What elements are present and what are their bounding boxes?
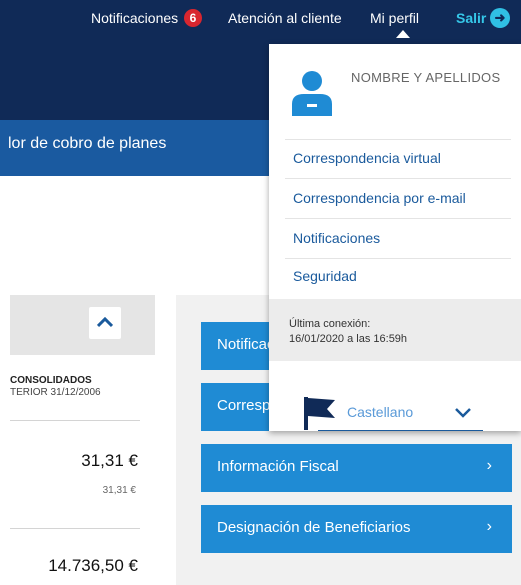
last-connection-box bbox=[269, 299, 521, 361]
chevron-right-icon: › bbox=[486, 457, 492, 474]
arrow-right-circle-icon[interactable]: ➜ bbox=[490, 8, 510, 28]
user-avatar-icon bbox=[292, 71, 332, 116]
divider bbox=[285, 218, 511, 219]
consolidated-title: CONSOLIDADOS bbox=[10, 375, 92, 386]
menu-item-security[interactable]: Seguridad bbox=[293, 268, 357, 284]
menu-item-virtual-correspondence[interactable]: Correspondencia virtual bbox=[293, 150, 441, 166]
amount-value: 31,31 € bbox=[81, 451, 138, 470]
chevron-down-icon bbox=[455, 408, 471, 418]
my-profile-link[interactable]: Mi perfil bbox=[370, 10, 419, 26]
last-connection-value: 16/01/2020 a las 16:59h bbox=[289, 333, 408, 345]
language-value: Castellano bbox=[347, 404, 414, 420]
amount-value: 14.736,50 € bbox=[48, 556, 138, 575]
panel-header bbox=[10, 295, 155, 355]
divider bbox=[10, 420, 140, 421]
divider bbox=[285, 258, 511, 259]
collapse-button[interactable] bbox=[89, 307, 121, 339]
tax-information-button[interactable]: Información Fiscal › bbox=[201, 444, 512, 492]
customer-service-link[interactable]: Atención al cliente bbox=[228, 10, 342, 26]
last-connection-label: Última conexión: bbox=[289, 318, 371, 330]
divider bbox=[285, 139, 511, 140]
dropdown-caret-icon bbox=[396, 30, 410, 38]
divider bbox=[10, 528, 140, 529]
beneficiaries-button[interactable]: Designación de Beneficiarios › bbox=[201, 505, 512, 553]
button-label: Información Fiscal bbox=[217, 458, 339, 475]
profile-name: NOMBRE Y APELLIDOS bbox=[351, 70, 501, 85]
chevron-up-icon bbox=[97, 317, 113, 328]
notifications-link[interactable]: Notificaciones bbox=[91, 10, 178, 26]
consolidated-subtitle: TERIOR 31/12/2006 bbox=[10, 387, 101, 398]
divider bbox=[285, 178, 511, 179]
subnav-item[interactable]: lor de cobro de planes bbox=[8, 135, 166, 153]
notifications-count-badge[interactable]: 6 bbox=[184, 9, 202, 27]
logout-link[interactable]: Salir bbox=[456, 10, 486, 26]
button-label: Designación de Beneficiarios bbox=[217, 519, 411, 536]
amount-secondary-value: 31,31 € bbox=[102, 485, 136, 496]
menu-item-notifications[interactable]: Notificaciones bbox=[293, 230, 380, 246]
menu-item-email-correspondence[interactable]: Correspondencia por e-mail bbox=[293, 190, 466, 206]
chevron-right-icon: › bbox=[486, 518, 492, 535]
